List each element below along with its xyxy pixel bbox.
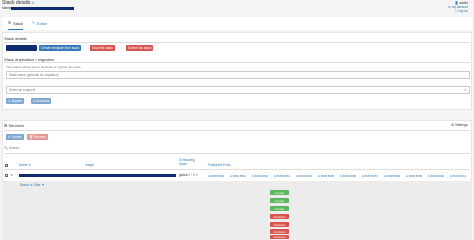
status-badge: running [270,206,289,211]
port-link[interactable]: ⧉ 8085:8085 [318,174,334,178]
settings-button[interactable]: ⚙ Settings [451,123,468,127]
services-icon: ⊞ [4,123,8,128]
status-badge: running [270,198,289,203]
divider [4,169,470,170]
divider [4,62,470,63]
filter-icon: ▼ [41,183,45,187]
tasks-panel [2,181,472,240]
service-name[interactable] [19,174,176,177]
stack-details-heading: Stack details [4,36,27,41]
duplication-description: This feature allows you to duplicate or … [6,65,82,69]
tab-stack[interactable]: ☰ Stack [8,17,24,30]
search-icon: 🔍 [4,146,8,150]
duplicate-button[interactable]: ⧉ Duplicate [31,98,52,104]
port-link[interactable]: ⧉ 8084:8084 [296,174,312,178]
update-button[interactable]: ↻ Update [6,134,24,140]
port-link[interactable]: ⧉ 8088:8088 [384,174,400,178]
port-link[interactable]: ⧉ 8090:8090 [428,174,444,178]
stop-stack-button[interactable]: Stop this stack [90,45,115,51]
status-badge: shutdown [270,229,289,234]
stack-name-input[interactable]: Stack name (optional for migration) [6,71,470,79]
edit-icon: ✎ [32,21,35,25]
search-input[interactable]: 🔍 Search... [4,146,22,150]
status-badge: shutdown [270,222,289,227]
user-info: 👤 admin ⚙ my account ⎋ log out [448,1,468,13]
port-link[interactable]: ⧉ 8086:8086 [340,174,356,178]
gear-icon: ⚙ [451,123,455,127]
divider [4,130,470,131]
scheduling-mode: global 3 / 5 ✎ [179,173,199,177]
select-all-checkbox[interactable] [5,164,8,167]
delete-stack-button[interactable]: Delete this stack [126,45,154,51]
row-checkbox[interactable] [5,174,8,177]
status-badge: running [270,190,289,195]
port-link[interactable]: ⧉ 8081:8081 [230,174,246,178]
scale-icon[interactable]: ✎ [196,173,199,177]
refresh-icon[interactable]: ↻ [32,1,35,5]
column-header-image[interactable]: Image [85,163,94,167]
column-header-scheduling[interactable]: Scheduling Mode [179,158,197,166]
log-out-link[interactable]: ⎋ log out [448,9,468,13]
status-column-header[interactable]: Status ⇅ Filter ▼ [20,183,45,187]
stack-name-bar [6,45,37,51]
tab-editor[interactable]: ✎ Editor [32,17,47,30]
port-link[interactable]: ⧉ 8082:8082 [252,174,268,178]
port-link[interactable]: ⧉ 8083:8083 [274,174,290,178]
divider [4,42,470,43]
chevron-down-icon: ▾ [464,88,466,92]
port-link[interactable]: ⧉ 8080:8080 [208,174,224,178]
divider [4,153,470,154]
services-heading: ⊞ Services [4,123,24,128]
migrate-button[interactable]: ➜ Migrate [6,98,25,104]
stack-name-value [11,6,74,10]
column-header-name[interactable]: Name ⇅ [19,163,31,167]
port-link[interactable]: ⧉ 8091:8091 [450,174,466,178]
tab-bar: ☰ Stack ✎ Editor [2,17,472,30]
remove-button[interactable]: 🗑 Remove [27,134,48,140]
status-badge: shutdown [270,214,289,219]
status-badge: shutdown [270,235,289,239]
port-link[interactable]: ⧉ 8089:8089 [406,174,422,178]
expand-icon[interactable]: ▾ [11,173,13,177]
create-template-button[interactable]: Create template from stack [39,45,82,51]
column-header-ports[interactable]: Published Ports [208,163,230,167]
endpoint-select[interactable]: Select an endpoint ▾ [6,86,470,94]
port-link[interactable]: ⧉ 8087:8087 [362,174,378,178]
list-icon: ☰ [8,21,12,25]
page-header: Stack details ↻ Name: 👤 admin ⚙ my accou… [0,0,474,14]
